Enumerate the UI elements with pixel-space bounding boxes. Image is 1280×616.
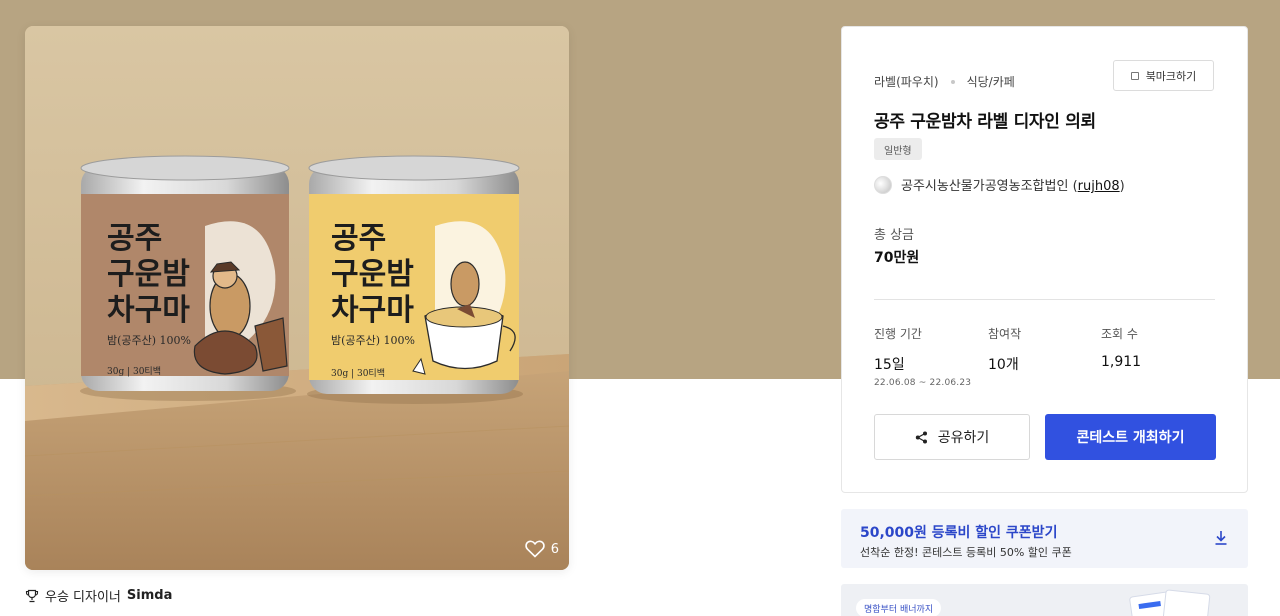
- host-name-wrap: 공주시농산물가공영농조합법인 (rujh08): [901, 175, 1125, 194]
- can-right: 공주 구운밤 차구마 밤(공주산) 100% 30g | 30티백: [307, 155, 523, 404]
- can-right-line1: 공주: [331, 221, 386, 256]
- heart-icon: [524, 540, 545, 558]
- contest-title: 공주 구운밤차 라벨 디자인 의뢰: [874, 112, 1096, 132]
- can-left-foot: 30g | 30티백: [107, 366, 161, 377]
- stat-value: 1,911: [1101, 354, 1142, 370]
- can-right-sub: 밤(공주산) 100%: [331, 334, 415, 347]
- can-right-line2: 구운밤: [331, 257, 414, 292]
- stat-label: 진행 기간: [874, 327, 922, 341]
- bookmark-label: 북마크하기: [1145, 69, 1197, 83]
- product-photo: 공주 구운밤 차구마 밤(공주산) 100% 30g | 30티백 공주 구운밤…: [25, 26, 569, 570]
- stat-value: 10개: [988, 357, 1019, 373]
- prize-value: 70만원: [874, 250, 920, 266]
- stat-value: 15일: [874, 357, 905, 373]
- share-button[interactable]: 공유하기: [874, 414, 1030, 460]
- host-id-link[interactable]: rujh08: [1078, 179, 1120, 194]
- host-contest-button[interactable]: 콘테스트 개최하기: [1045, 414, 1216, 460]
- host-close-paren: ): [1119, 179, 1125, 194]
- bookmark-icon: [1130, 71, 1139, 80]
- promo-tag: 명함부터 배너까지: [856, 599, 942, 616]
- stat-date-range: 22.06.08 ~ 22.06.23: [874, 378, 972, 388]
- promo-illustration: [1129, 589, 1211, 616]
- host-avatar[interactable]: [874, 175, 892, 194]
- share-icon: [915, 431, 927, 443]
- host-name: 공주시농산물가공영농조합법인 (: [901, 179, 1078, 194]
- winner-designer: 우승 디자이너 Simda: [25, 586, 172, 605]
- stat-duration: 진행 기간 15일 22.06.08 ~ 22.06.23: [874, 325, 971, 388]
- category-secondary[interactable]: 식당/카페: [967, 73, 1015, 90]
- category-primary[interactable]: 라벨(파우치): [874, 73, 939, 90]
- category-separator: [950, 79, 955, 84]
- can-right-line3: 차구마: [331, 293, 414, 328]
- category-breadcrumb: 라벨(파우치) 식당/카페: [874, 73, 1015, 90]
- product-image[interactable]: 공주 구운밤 차구마 밤(공주산) 100% 30g | 30티백 공주 구운밤…: [25, 26, 569, 570]
- likes-count: 6: [550, 541, 559, 557]
- prize-label: 총 상금: [874, 228, 915, 243]
- download-icon[interactable]: [1214, 530, 1228, 546]
- stat-label: 조회 수: [1101, 327, 1138, 341]
- section-divider: [874, 299, 1215, 300]
- coupon-subtitle: 선착순 한정! 콘테스트 등록비 50% 할인 쿠폰: [860, 546, 1072, 559]
- can-left-sub: 밤(공주산) 100%: [107, 334, 191, 347]
- stat-views: 조회 수 1,911: [1101, 325, 1141, 370]
- can-left-line1: 공주: [107, 221, 162, 256]
- stat-label: 참여작: [988, 327, 1022, 341]
- can-left: 공주 구운밤 차구마 밤(공주산) 100% 30g | 30티백: [80, 155, 296, 401]
- like-counter[interactable]: 6: [524, 540, 559, 558]
- promo-banner[interactable]: 명함부터 배너까지: [841, 584, 1248, 616]
- can-right-foot: 30g | 30티백: [331, 368, 385, 379]
- can-left-line3: 차구마: [107, 293, 190, 328]
- winner-name[interactable]: Simda: [127, 588, 172, 603]
- coupon-title: 50,000원 등록비 할인 쿠폰받기: [860, 525, 1058, 541]
- coupon-banner[interactable]: 50,000원 등록비 할인 쿠폰받기 선착순 한정! 콘테스트 등록비 50%…: [841, 509, 1248, 568]
- contest-info-panel: 라벨(파우치) 식당/카페 북마크하기 공주 구운밤차 라벨 디자인 의뢰 일반…: [841, 26, 1248, 493]
- winner-prefix: 우승 디자이너: [45, 590, 121, 605]
- trophy-icon: [25, 589, 39, 602]
- can-left-line2: 구운밤: [107, 257, 190, 292]
- stat-entries: 참여작 10개: [988, 325, 1021, 374]
- share-label: 공유하기: [937, 430, 990, 446]
- bookmark-button[interactable]: 북마크하기: [1113, 60, 1214, 91]
- contest-type-badge: 일반형: [874, 138, 922, 160]
- host-info: 공주시농산물가공영농조합법인 (rujh08): [874, 175, 1125, 194]
